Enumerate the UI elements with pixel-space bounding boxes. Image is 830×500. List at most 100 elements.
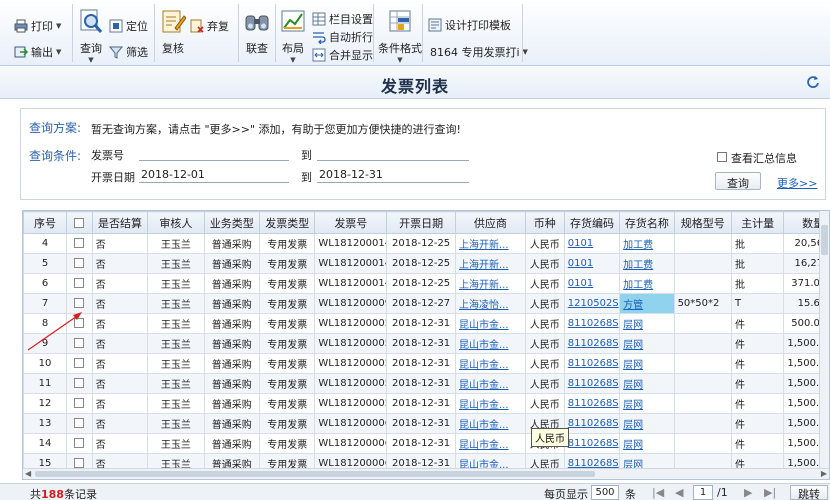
cell-unit[interactable]: 件 — [731, 333, 785, 354]
cell-no[interactable]: 4 — [23, 233, 68, 254]
cell-inv_no[interactable]: WL1812000145 — [314, 253, 388, 274]
cell-spec[interactable] — [673, 253, 733, 274]
scrollbar-thumb[interactable] — [35, 471, 595, 477]
cell-name[interactable]: 加工费 — [619, 273, 675, 294]
layout-button[interactable]: 布局 ▼ — [280, 8, 306, 64]
cell-inv_no[interactable]: WL1812000058 — [314, 373, 388, 394]
cell-code[interactable]: 8110268S — [563, 353, 621, 374]
last-page-icon[interactable]: ▶| — [764, 486, 776, 499]
cell-unit[interactable]: 件 — [731, 313, 785, 334]
refresh-icon[interactable] — [806, 75, 820, 89]
cell-link[interactable]: 8110268S — [568, 318, 619, 329]
cell-settled[interactable]: 否 — [91, 373, 149, 394]
cell-link[interactable]: 昆山市金... — [459, 340, 509, 351]
scroll-left-icon[interactable]: ◀ — [25, 469, 31, 478]
cell-biz[interactable]: 普通采购 — [203, 313, 261, 334]
cell-currency[interactable]: 人民币 — [524, 333, 565, 354]
cell-auditor[interactable]: 王玉兰 — [147, 413, 205, 434]
cell-spec[interactable]: 50*50*2 — [673, 293, 733, 314]
cell-inv_type[interactable]: 专用发票 — [258, 233, 316, 254]
column-header[interactable]: 业务类型 — [203, 211, 261, 234]
cell-biz[interactable]: 普通采购 — [203, 413, 261, 434]
cell-no[interactable]: 5 — [23, 253, 68, 274]
cell-auditor[interactable]: 王玉兰 — [147, 353, 205, 374]
table-row[interactable]: 12 否 王玉兰 普通采购 专用发票 WL1812000059 2018-12-31 昆山市金… — [23, 393, 829, 414]
row-checkbox-cell[interactable] — [66, 413, 93, 434]
cell-link[interactable]: 8110268S — [568, 418, 619, 429]
review-button[interactable]: 复核 — [160, 8, 186, 56]
cell-inv_type[interactable]: 专用发票 — [258, 293, 316, 314]
cell-currency[interactable]: 人民币 — [524, 293, 565, 314]
cell-biz[interactable]: 普通采购 — [203, 253, 261, 274]
cell-inv_no[interactable]: WL1812000145 — [314, 273, 388, 294]
row-checkbox-cell[interactable] — [66, 253, 93, 274]
cell-biz[interactable]: 普通采购 — [203, 393, 261, 414]
table-row[interactable]: 7否王玉兰普通采购专用发票WL18120000912018-12-27上海凌怡.… — [23, 293, 829, 314]
table-row[interactable]: 13 否 王玉兰 普通采购 专用发票 WL1812000060 2018-12-31 昆山市金… — [23, 413, 829, 434]
row-checkbox-cell[interactable] — [66, 273, 93, 294]
cell-link[interactable]: 层网 — [623, 340, 643, 351]
cell-date[interactable]: 2018-12-25 — [386, 273, 456, 294]
discard-review-button[interactable]: 弃复 — [190, 18, 229, 34]
cell-code[interactable]: 8110268S — [563, 413, 621, 434]
more-link[interactable]: 更多>> — [777, 175, 817, 191]
cell-name[interactable]: 加工费 — [619, 233, 675, 254]
cell-currency[interactable]: 人民币 — [524, 273, 565, 294]
cell-settled[interactable]: 否 — [91, 433, 149, 454]
cell-link[interactable]: 8110268S — [568, 398, 619, 409]
column-header[interactable]: 发票类型 — [258, 211, 316, 234]
cell-settled[interactable]: 否 — [91, 313, 149, 334]
cell-link[interactable]: 上海开新... — [459, 280, 509, 291]
cell-date[interactable]: 2018-12-31 — [386, 393, 456, 414]
cell-unit[interactable]: 件 — [731, 353, 785, 374]
per-page-input[interactable]: 500 — [591, 485, 619, 500]
invoice-date-to-input[interactable]: 2018-12-31 — [317, 165, 469, 183]
checkbox-icon[interactable] — [74, 238, 85, 248]
cell-name[interactable]: 层网 — [619, 313, 675, 334]
cell-supplier[interactable]: 昆山市金... — [454, 313, 526, 334]
cell-name[interactable]: 层网 — [619, 433, 675, 454]
cell-link[interactable]: 8110268S — [568, 438, 619, 449]
cell-supplier[interactable]: 上海开新... — [454, 233, 526, 254]
cell-link[interactable]: 昆山市金... — [459, 420, 509, 431]
cell-date[interactable]: 2018-12-25 — [386, 253, 456, 274]
cell-link[interactable]: 昆山市金... — [459, 400, 509, 411]
cell-spec[interactable] — [673, 393, 733, 414]
cell-date[interactable]: 2018-12-31 — [386, 413, 456, 434]
cell-name[interactable]: 层网 — [619, 393, 675, 414]
row-checkbox-cell[interactable] — [66, 353, 93, 374]
cell-biz[interactable]: 普通采购 — [203, 293, 261, 314]
cell-supplier[interactable]: 昆山市金... — [454, 433, 526, 454]
cell-inv_type[interactable]: 专用发票 — [258, 253, 316, 274]
cell-settled[interactable]: 否 — [91, 293, 149, 314]
checkbox-icon[interactable] — [74, 258, 85, 268]
cell-code[interactable]: 0101 — [563, 233, 621, 254]
cell-inv_no[interactable]: WL1812000145 — [314, 233, 388, 254]
first-page-icon[interactable]: |◀ — [652, 486, 664, 499]
cell-link[interactable]: 层网 — [623, 440, 643, 451]
table-row[interactable]: 11 否 王玉兰 普通采购 专用发票 WL1812000058 2018-12-31 昆山市金… — [23, 373, 829, 394]
select-all-checkbox[interactable] — [66, 211, 93, 234]
cell-unit[interactable]: 批 — [731, 273, 785, 294]
row-checkbox-cell[interactable] — [66, 373, 93, 394]
cell-biz[interactable]: 普通采购 — [203, 273, 261, 294]
cell-spec[interactable] — [673, 233, 733, 254]
cell-settled[interactable]: 否 — [91, 273, 149, 294]
cell-inv_type[interactable]: 专用发票 — [258, 333, 316, 354]
cell-spec[interactable] — [673, 333, 733, 354]
column-header[interactable]: 币种 — [524, 211, 565, 234]
cell-no[interactable]: 10 — [23, 353, 68, 374]
cell-link[interactable]: 层网 — [623, 380, 643, 391]
cell-spec[interactable] — [673, 413, 733, 434]
cell-name[interactable]: 加工费 — [619, 253, 675, 274]
print-template-select[interactable]: 8164 专用发票打i ▼ — [430, 44, 528, 60]
cell-link[interactable]: 0101 — [568, 278, 593, 289]
cell-spec[interactable] — [673, 433, 733, 454]
cell-currency[interactable]: 人民币 — [524, 353, 565, 374]
table-row[interactable]: 9否王玉兰普通采购专用发票WL18120000552018-12-31昆山市金.… — [23, 333, 829, 354]
row-checkbox-cell[interactable] — [66, 393, 93, 414]
cell-inv_no[interactable]: WL1812000056 — [314, 353, 388, 374]
cell-unit[interactable]: 件 — [731, 373, 785, 394]
cell-inv_type[interactable]: 专用发票 — [258, 313, 316, 334]
cell-inv_type[interactable]: 专用发票 — [258, 393, 316, 414]
